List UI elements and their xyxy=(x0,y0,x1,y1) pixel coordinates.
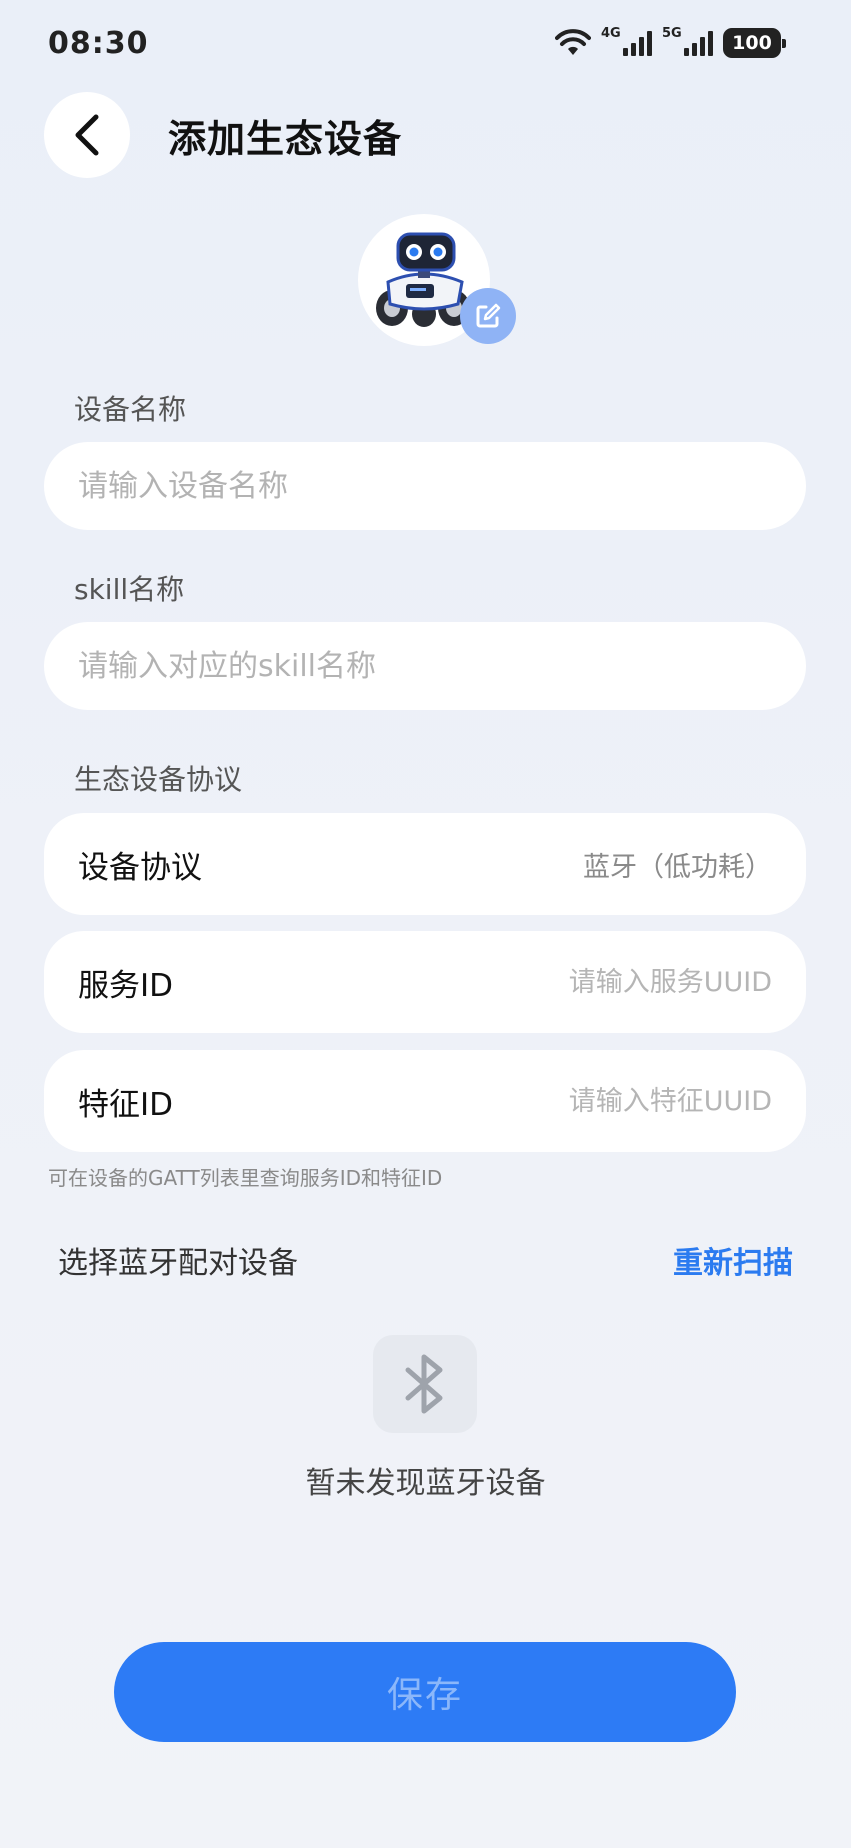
service-id-row[interactable]: 服务ID xyxy=(44,931,806,1033)
characteristic-id-row[interactable]: 特征ID xyxy=(44,1050,806,1152)
battery-icon: 100 xyxy=(723,28,786,58)
protocol-value: 蓝牙（低功耗） xyxy=(583,851,772,883)
signal-5g-icon: 5G xyxy=(662,26,713,56)
device-name-field[interactable] xyxy=(44,442,806,530)
protocol-section-label: 生态设备协议 xyxy=(74,763,243,796)
skill-name-field[interactable] xyxy=(44,622,806,710)
status-time: 08:30 xyxy=(48,26,149,61)
status-icons: 4G 5G 100 xyxy=(555,26,786,60)
rescan-button[interactable]: 重新扫描 xyxy=(673,1238,793,1282)
protocol-label: 设备协议 xyxy=(78,849,202,886)
service-id-label: 服务ID xyxy=(78,967,174,1004)
skill-name-input[interactable] xyxy=(78,648,806,684)
signal-5g-label: 5G xyxy=(662,26,682,41)
signal-4g-icon: 4G xyxy=(601,26,652,56)
device-name-label: 设备名称 xyxy=(74,393,187,426)
bluetooth-empty-icon-box xyxy=(373,1335,477,1433)
save-button[interactable]: 保存 xyxy=(114,1642,736,1742)
page-title: 添加生态设备 xyxy=(168,117,403,161)
edit-avatar-button[interactable] xyxy=(460,288,516,344)
bluetooth-select-label: 选择蓝牙配对设备 xyxy=(58,1246,298,1281)
chevron-left-icon xyxy=(75,114,99,156)
status-bar: 08:30 4G 5G 100 xyxy=(0,0,851,86)
service-id-input[interactable] xyxy=(512,966,772,998)
back-button[interactable] xyxy=(44,92,130,178)
edit-icon xyxy=(476,303,501,328)
wifi-icon xyxy=(555,29,591,55)
characteristic-id-input[interactable] xyxy=(512,1085,772,1117)
skill-name-label: skill名称 xyxy=(74,573,185,606)
bluetooth-empty-text: 暂未发现蓝牙设备 xyxy=(305,1466,546,1501)
bluetooth-icon xyxy=(405,1354,443,1414)
characteristic-id-label: 特征ID xyxy=(78,1086,174,1123)
device-name-input[interactable] xyxy=(78,468,806,504)
protocol-row[interactable]: 设备协议 蓝牙（低功耗） xyxy=(44,813,806,915)
signal-4g-label: 4G xyxy=(601,26,621,41)
gatt-hint: 可在设备的GATT列表里查询服务ID和特征ID xyxy=(48,1166,443,1190)
